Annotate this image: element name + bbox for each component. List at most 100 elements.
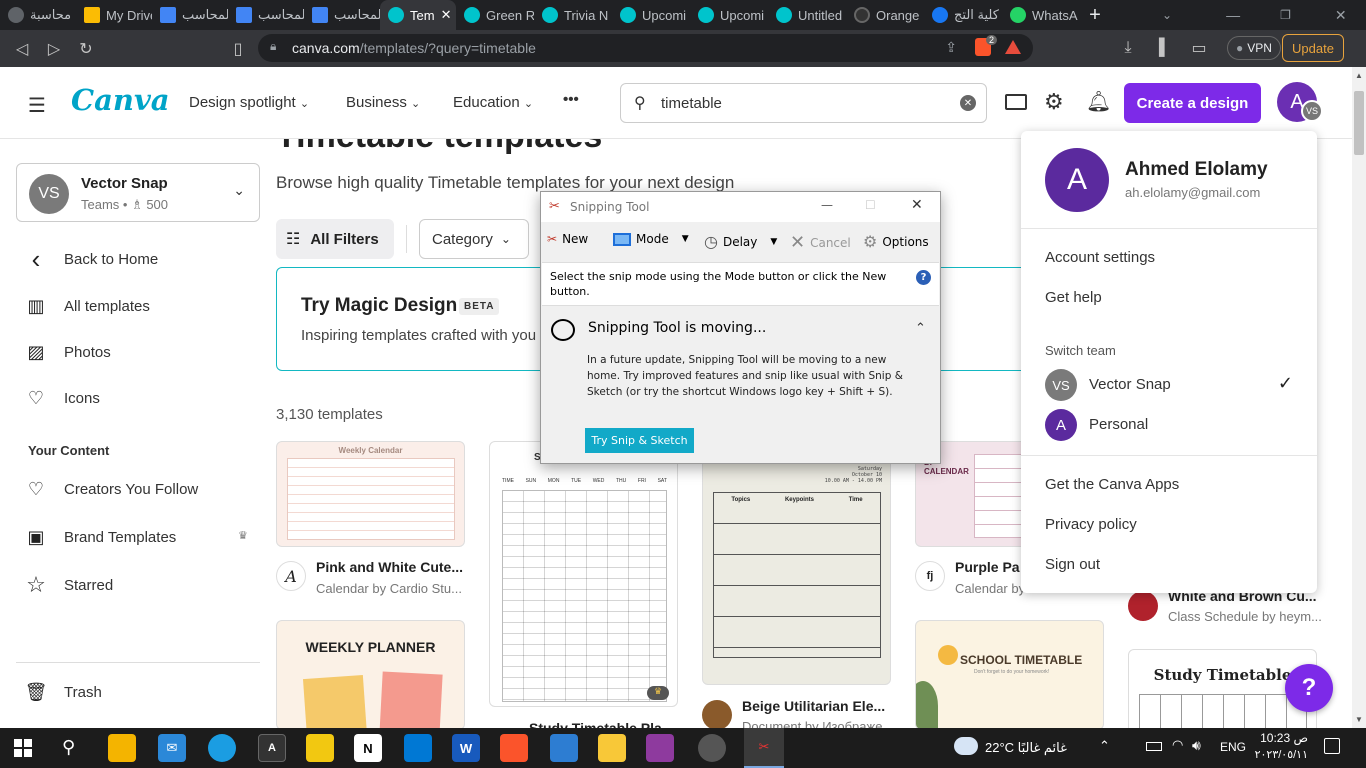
forward-icon[interactable]: ▷	[38, 33, 70, 65]
snip-minimize-button[interactable]: —	[821, 198, 833, 212]
creator-avatar[interactable]	[1128, 591, 1158, 621]
update-button[interactable]: Update	[1282, 34, 1344, 62]
snip-delay-button[interactable]: ◷ Delay ▼	[704, 232, 777, 251]
bookmark-icon[interactable]: ▯	[222, 33, 254, 65]
card-subtitle[interactable]: Class Schedule by heym...	[1168, 609, 1322, 624]
card-title[interactable]: Beige Utilitarian Ele...	[742, 698, 885, 714]
browser-tab[interactable]: Trivia N	[534, 0, 612, 30]
browser-tab[interactable]: المحاسب	[228, 0, 304, 30]
sidebar-item-photos[interactable]: ▨ Photos	[24, 340, 110, 364]
scroll-down-icon[interactable]: ▼	[1355, 715, 1363, 724]
vpn-button[interactable]: ● VPN	[1227, 36, 1281, 60]
template-card-pink-calendar[interactable]: Weekly Calendar	[276, 441, 465, 547]
snipping-tool-taskbar-icon[interactable]: ✂	[744, 728, 784, 768]
taskbar-search-icon[interactable]: ⚲	[62, 737, 75, 758]
canva-logo[interactable]: Canva	[71, 83, 170, 117]
menu-canva-apps[interactable]: Get the Canva Apps	[1045, 476, 1179, 493]
template-card-weekly-planner[interactable]: WEEKLY PLANNER	[276, 620, 465, 729]
wallet-icon[interactable]: ▭	[1183, 32, 1215, 64]
file-explorer-icon[interactable]	[598, 734, 626, 762]
create-design-button[interactable]: Create a design	[1124, 83, 1261, 123]
browser-tab[interactable]: Orange	[846, 0, 924, 30]
template-card-beige-utilitarian[interactable]: Saturday October 10 10.00 AM - 14.00 PM …	[702, 441, 891, 685]
page-scrollbar[interactable]: ▲ ▼	[1352, 67, 1366, 728]
gear-icon[interactable]: ⚙	[1044, 89, 1064, 115]
tray-time[interactable]: 10:23 ص	[1258, 731, 1308, 745]
browser-tab[interactable]: WhatsA	[1002, 0, 1080, 30]
menu-sign-out[interactable]: Sign out	[1045, 556, 1100, 573]
edge-icon[interactable]	[208, 734, 236, 762]
card-subtitle[interactable]: Calendar by Cardio Stu...	[316, 581, 462, 596]
card-title[interactable]: Purple Pa	[955, 559, 1020, 575]
power-bi-icon[interactable]	[306, 734, 334, 762]
tray-date[interactable]: ٢٠٢٣/٠٥/١١	[1250, 748, 1308, 761]
sidebar-icon[interactable]: ▐	[1143, 32, 1175, 64]
winrar-icon[interactable]	[646, 734, 674, 762]
nav-design-spotlight[interactable]: Design spotlight ⌄	[189, 94, 309, 111]
notification-bell-icon[interactable]: 🔔︎	[1086, 89, 1111, 114]
sidebar-item-trash[interactable]: 🗑︎ Trash	[24, 680, 102, 704]
scroll-up-icon[interactable]: ▲	[1355, 71, 1363, 80]
back-icon[interactable]: ◁	[6, 33, 38, 65]
tray-chevron-icon[interactable]: ⌃	[1099, 738, 1110, 754]
mail-icon[interactable]: ✉	[158, 734, 186, 762]
browser-tab[interactable]: Green R	[456, 0, 534, 30]
browser-tab[interactable]: Upcomi	[690, 0, 768, 30]
creator-avatar[interactable]	[702, 700, 732, 729]
tab-search-icon[interactable]: ⌄	[1162, 8, 1172, 22]
snip-options-button[interactable]: ⚙ Options	[863, 232, 929, 251]
store-icon[interactable]	[108, 734, 136, 762]
word-icon[interactable]: W	[452, 734, 480, 762]
browser-tab[interactable]: Untitled	[768, 0, 846, 30]
collapse-chevron-icon[interactable]: ⌃	[915, 321, 926, 336]
browser-tab[interactable]: المحاسب	[152, 0, 228, 30]
snip-close-button[interactable]: ✕	[911, 197, 923, 213]
menu-icon[interactable]: ☰	[28, 93, 46, 118]
browser-tab[interactable]: محاسبة	[0, 0, 76, 30]
brave-icon[interactable]	[500, 734, 528, 762]
sidebar-item-all-templates[interactable]: ▥ All templates	[24, 294, 149, 318]
sidebar-item-brand-templates[interactable]: ▣ Brand Templates	[24, 525, 176, 549]
snip-mode-button[interactable]: Mode ▼	[613, 232, 689, 246]
windows-start-icon[interactable]	[14, 739, 32, 757]
vscode-icon[interactable]	[404, 734, 432, 762]
close-tab-icon[interactable]: ✕	[441, 7, 452, 23]
try-snip-sketch-button[interactable]: Try Snip & Sketch	[585, 428, 694, 453]
snip-new-button[interactable]: ✂ New	[547, 232, 588, 246]
clear-search-icon[interactable]: ✕	[960, 95, 976, 111]
app-a-icon[interactable]: A	[258, 734, 286, 762]
weather-text[interactable]: 22°C غائم غالبًا	[985, 740, 1067, 756]
browser-tab-active[interactable]: Tem ✕	[380, 0, 456, 30]
all-filters-button[interactable]: ☷ All Filters	[276, 219, 394, 259]
tray-volume-icon[interactable]: 🔊︎	[1192, 737, 1201, 754]
menu-get-help[interactable]: Get help	[1045, 289, 1102, 306]
tray-language[interactable]: ENG	[1220, 740, 1246, 754]
sidebar-item-icons[interactable]: ♡ Icons	[24, 386, 100, 410]
browser-tab[interactable]: My Drive	[76, 0, 152, 30]
card-title[interactable]: Pink and White Cute...	[316, 559, 463, 575]
search-input[interactable]: ⚲ timetable ✕	[620, 83, 987, 123]
tray-wifi-icon[interactable]: ◠	[1172, 737, 1183, 753]
download-icon[interactable]: ⤓	[1112, 32, 1144, 64]
restore-window-button[interactable]: ❐	[1280, 8, 1291, 22]
menu-privacy-policy[interactable]: Privacy policy	[1045, 516, 1137, 533]
address-bar[interactable]: 🔒︎ canva.com/templates/?query=timetable …	[258, 34, 1033, 62]
close-window-button[interactable]: ✕	[1335, 7, 1347, 24]
share-icon[interactable]: ⇪	[945, 39, 957, 56]
nav-education[interactable]: Education ⌄	[453, 94, 533, 111]
notification-center-icon[interactable]	[1324, 738, 1340, 754]
team-option-personal[interactable]: A Personal	[1045, 409, 1293, 441]
team-switcher[interactable]: VS Vector Snap Teams • ♗ 500 ⌄	[16, 163, 260, 222]
photos-app-icon[interactable]	[550, 734, 578, 762]
minimize-window-button[interactable]: —	[1226, 7, 1240, 23]
browser-tab[interactable]: Upcomi	[612, 0, 690, 30]
sidebar-item-creators[interactable]: ♡ Creators You Follow	[24, 477, 198, 501]
sidebar-item-starred[interactable]: ☆ Starred	[24, 572, 113, 597]
help-icon[interactable]: ?	[916, 270, 931, 285]
creator-avatar[interactable]: fj	[915, 561, 945, 591]
help-button[interactable]: ?	[1285, 664, 1333, 712]
reload-icon[interactable]: ↻	[70, 33, 102, 65]
desktop-app-icon[interactable]	[1005, 94, 1027, 110]
template-card-school-timetable[interactable]: SCHOOL TIMETABLE Don't forget to do your…	[915, 620, 1104, 729]
card-subtitle[interactable]: Calendar by	[955, 581, 1025, 596]
